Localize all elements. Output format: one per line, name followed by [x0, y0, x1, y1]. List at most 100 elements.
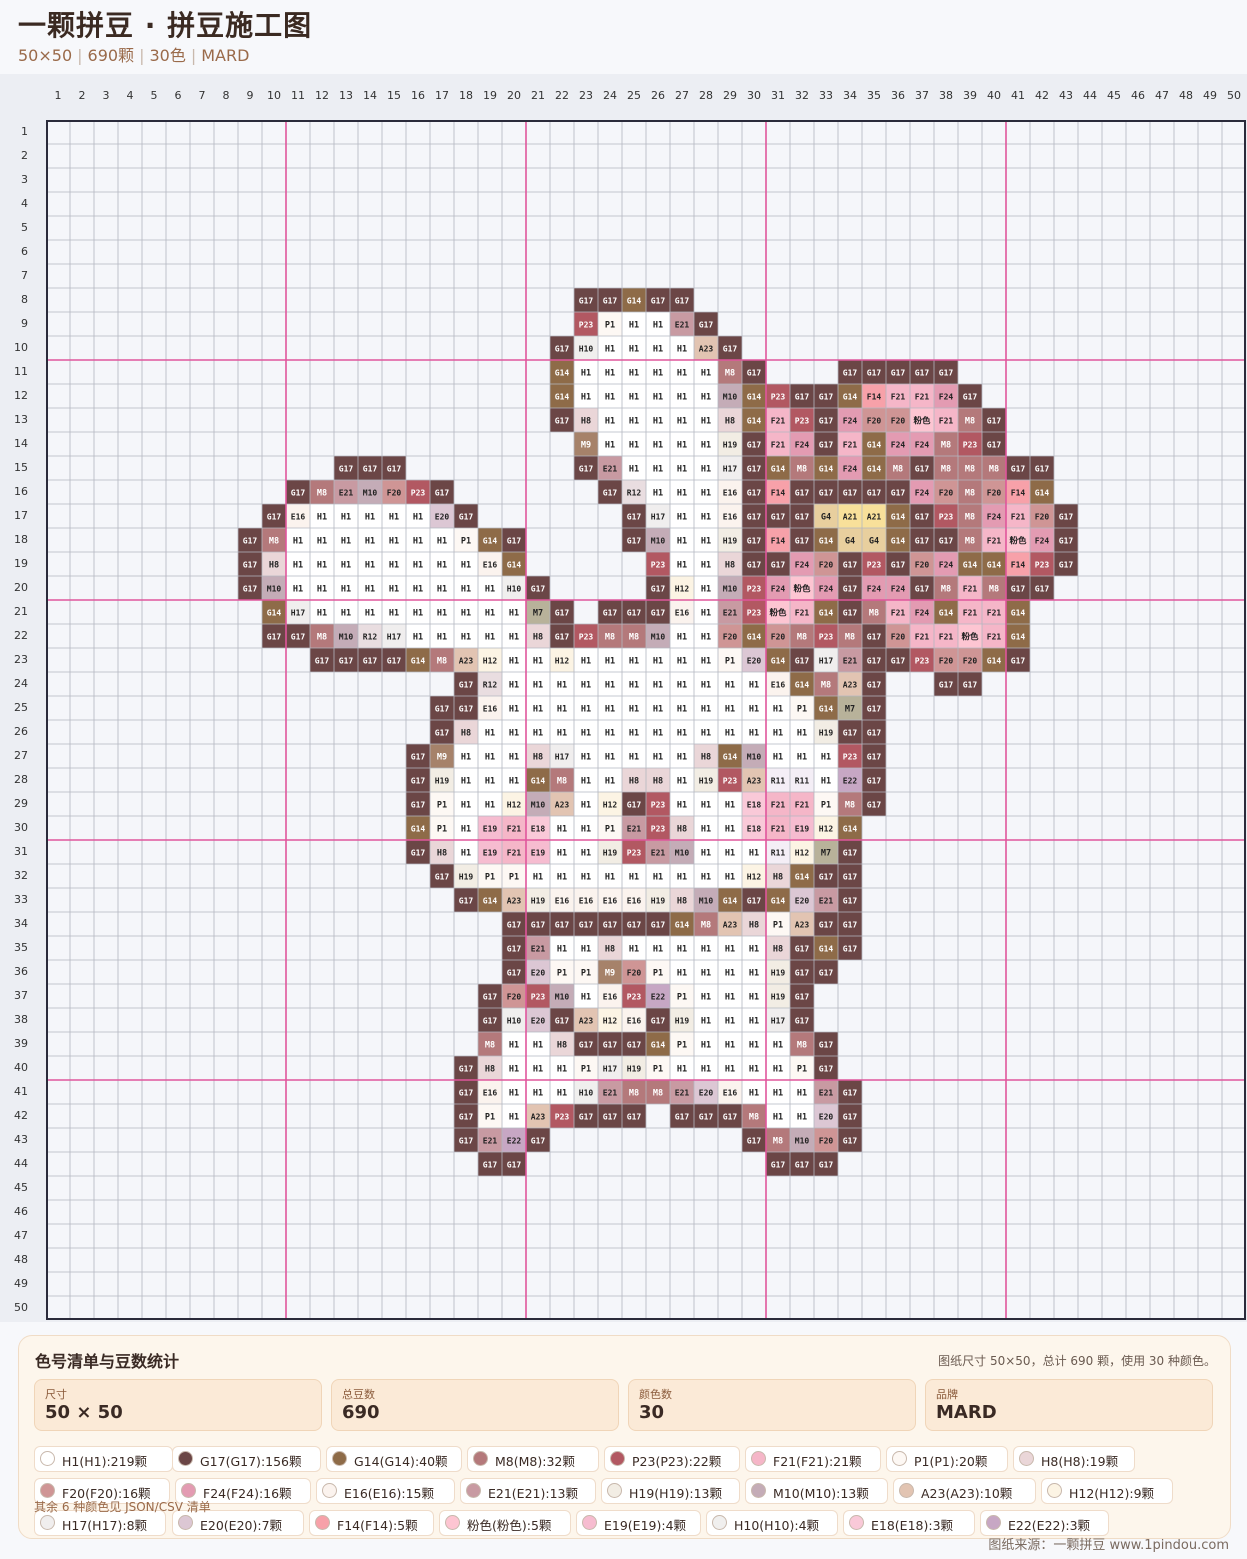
bead-cell[interactable]: P23	[622, 984, 646, 1008]
bead-cell[interactable]: P23	[718, 768, 742, 792]
bead-cell[interactable]: H1	[334, 552, 358, 576]
bead-cell[interactable]: M8	[862, 600, 886, 624]
bead-cell[interactable]: G14	[934, 600, 958, 624]
bead-cell[interactable]: G17	[886, 480, 910, 504]
bead-cell[interactable]: P23	[646, 792, 670, 816]
bead-cell[interactable]: A23	[574, 1008, 598, 1032]
bead-cell[interactable]: M10	[550, 984, 574, 1008]
bead-cell[interactable]: G17	[502, 960, 526, 984]
bead-cell[interactable]: H10	[502, 1008, 526, 1032]
bead-cell[interactable]: H1	[550, 840, 574, 864]
bead-cell[interactable]: H1	[454, 840, 478, 864]
bead-cell[interactable]: M8	[982, 576, 1006, 600]
bead-cell[interactable]: H1	[622, 720, 646, 744]
bead-cell[interactable]: H1	[382, 552, 406, 576]
bead-cell[interactable]: M8	[934, 456, 958, 480]
bead-cell[interactable]: M10	[646, 624, 670, 648]
bead-cell[interactable]: F20	[934, 648, 958, 672]
bead-cell[interactable]: H1	[454, 792, 478, 816]
bead-cell[interactable]: H1	[790, 1104, 814, 1128]
bead-cell[interactable]: H1	[550, 816, 574, 840]
bead-cell[interactable]: G14	[982, 552, 1006, 576]
bead-cell[interactable]: H1	[742, 984, 766, 1008]
bead-cell[interactable]: G17	[838, 888, 862, 912]
bead-cell[interactable]: F21	[766, 408, 790, 432]
bead-cell[interactable]: G17	[1054, 504, 1078, 528]
bead-cell[interactable]: H1	[478, 720, 502, 744]
bead-cell[interactable]: E21	[718, 600, 742, 624]
bead-cell[interactable]: H1	[646, 864, 670, 888]
bead-cell[interactable]: G14	[886, 528, 910, 552]
bead-cell[interactable]: E16	[286, 504, 310, 528]
bead-cell[interactable]: G17	[910, 528, 934, 552]
bead-cell[interactable]: F21	[502, 816, 526, 840]
bead-cell[interactable]: F20	[502, 984, 526, 1008]
bead-cell[interactable]: G17	[814, 384, 838, 408]
bead-cell[interactable]: H1	[454, 816, 478, 840]
bead-cell[interactable]: M8	[622, 624, 646, 648]
bead-cell[interactable]: M9	[574, 432, 598, 456]
bead-cell[interactable]: G17	[910, 456, 934, 480]
bead-cell[interactable]: H1	[358, 504, 382, 528]
bead-cell[interactable]: G17	[838, 1128, 862, 1152]
bead-cell[interactable]: H1	[598, 384, 622, 408]
bead-cell[interactable]: E21	[670, 1080, 694, 1104]
bead-cell[interactable]: E22	[838, 768, 862, 792]
bead-cell[interactable]: G17	[550, 624, 574, 648]
bead-cell[interactable]: G17	[262, 624, 286, 648]
bead-cell[interactable]: H1	[502, 672, 526, 696]
bead-cell[interactable]: E16	[718, 480, 742, 504]
bead-cell[interactable]: M8	[958, 528, 982, 552]
bead-cell[interactable]: H8	[526, 744, 550, 768]
bead-cell[interactable]: H8	[694, 744, 718, 768]
bead-cell[interactable]: H1	[478, 600, 502, 624]
bead-cell[interactable]: G14	[622, 288, 646, 312]
bead-cell[interactable]: G17	[622, 528, 646, 552]
bead-cell[interactable]: H1	[670, 960, 694, 984]
bead-cell[interactable]: P23	[574, 624, 598, 648]
bead-cell[interactable]: G14	[406, 648, 430, 672]
bead-cell[interactable]: H1	[790, 1080, 814, 1104]
bead-cell[interactable]: G14	[262, 600, 286, 624]
bead-cell[interactable]: G17	[574, 912, 598, 936]
bead-cell[interactable]: E16	[622, 1008, 646, 1032]
bead-cell[interactable]: H1	[382, 600, 406, 624]
bead-cell[interactable]: G17	[454, 888, 478, 912]
bead-cell[interactable]: H1	[790, 744, 814, 768]
bead-cell[interactable]: H1	[358, 528, 382, 552]
bead-cell[interactable]: H1	[718, 984, 742, 1008]
bead-cell[interactable]: H1	[670, 336, 694, 360]
bead-cell[interactable]: G17	[838, 576, 862, 600]
bead-cell[interactable]: G14	[1030, 480, 1054, 504]
bead-cell[interactable]: H12	[742, 864, 766, 888]
bead-cell[interactable]: H1	[430, 576, 454, 600]
bead-cell[interactable]: H1	[574, 384, 598, 408]
bead-cell[interactable]: G17	[574, 456, 598, 480]
bead-cell[interactable]: H1	[718, 840, 742, 864]
bead-cell[interactable]: M10	[694, 888, 718, 912]
bead-cell[interactable]: P23	[646, 816, 670, 840]
bead-cell[interactable]: P1	[550, 960, 574, 984]
bead-cell[interactable]: G17	[862, 360, 886, 384]
bead-cell[interactable]: H1	[742, 1008, 766, 1032]
bead-cell[interactable]: G17	[862, 744, 886, 768]
bead-cell[interactable]: G17	[406, 792, 430, 816]
bead-cell[interactable]: H1	[670, 552, 694, 576]
bead-cell[interactable]: M8	[838, 624, 862, 648]
bead-cell[interactable]: G17	[814, 960, 838, 984]
bead-cell[interactable]: H1	[670, 456, 694, 480]
bead-cell[interactable]: H1	[574, 936, 598, 960]
bead-cell[interactable]: G17	[838, 936, 862, 960]
bead-cell[interactable]: G17	[934, 360, 958, 384]
bead-cell[interactable]: P1	[478, 864, 502, 888]
bead-cell[interactable]: M8	[886, 456, 910, 480]
bead-cell[interactable]: G17	[838, 552, 862, 576]
bead-cell[interactable]: G17	[262, 504, 286, 528]
bead-cell[interactable]: H1	[622, 408, 646, 432]
bead-cell[interactable]: H1	[622, 432, 646, 456]
bead-cell[interactable]: G17	[454, 1080, 478, 1104]
bead-cell[interactable]: M8	[790, 1032, 814, 1056]
bead-cell[interactable]: E19	[790, 816, 814, 840]
bead-cell[interactable]: G17	[310, 648, 334, 672]
bead-cell[interactable]: G17	[598, 480, 622, 504]
